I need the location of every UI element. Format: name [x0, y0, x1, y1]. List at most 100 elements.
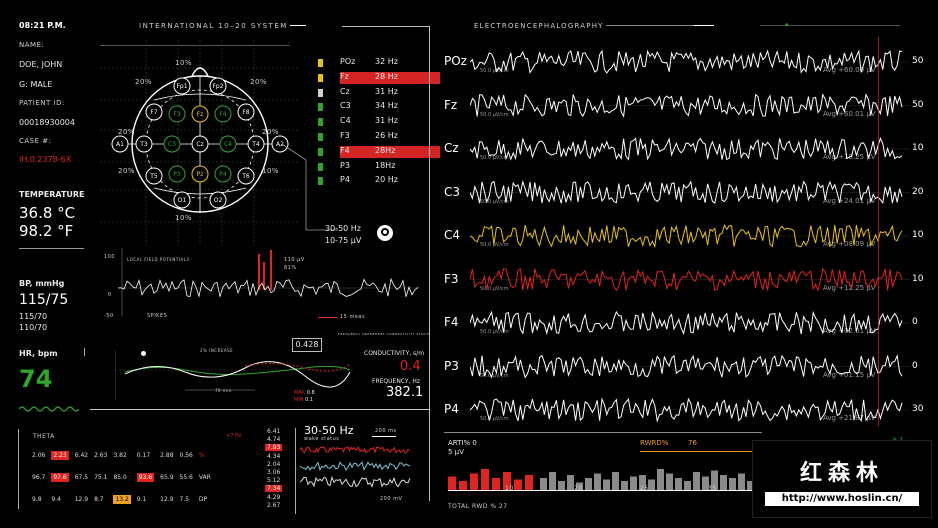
theta-cell: 85.0	[113, 473, 127, 481]
theta-cell: 65.9	[160, 473, 174, 481]
channel-swatch	[318, 88, 323, 97]
mini-value: 7.34	[265, 485, 283, 493]
conductivity-label: CONDUCTIVITY, s/m	[364, 350, 425, 357]
channel-row-c3[interactable]: C3 34 Hz	[318, 101, 440, 113]
bp-label: BP, mmHg	[19, 279, 65, 288]
total-reward: TOTAL RWD % 27	[448, 503, 508, 510]
head-connector	[281, 143, 338, 231]
patient-id: 00018930004	[19, 118, 75, 127]
name-label: NAME:	[19, 41, 45, 49]
bp-reading-1: 115/70	[19, 312, 48, 321]
pct-right-2: 20%	[262, 128, 280, 136]
axis-10: 10	[505, 485, 514, 492]
theta-cell: 96.7	[32, 473, 46, 481]
hr-value: 74	[19, 365, 53, 393]
coherence-time: 70 min	[215, 388, 232, 393]
lfp-trace	[118, 248, 420, 316]
channel-hz: 28 Hz	[375, 71, 398, 81]
mini-value: 7.93	[265, 444, 283, 452]
patient-gender: G: MALE	[19, 80, 53, 89]
channel-row-f3[interactable]: F3 26 Hz	[318, 131, 440, 143]
channel-name: Fz	[340, 71, 349, 81]
channel-hz: 26 Hz	[375, 131, 398, 140]
reward-bar-red	[514, 479, 522, 490]
channel-hz: 20 Hz	[375, 175, 398, 185]
mini-value: 4.74	[267, 436, 281, 444]
electrode-label: F8	[242, 109, 249, 116]
patient-id-label: PATIENT ID:	[19, 99, 65, 107]
electrode-label: T3	[139, 141, 148, 148]
temperature-label: TEMPERATURE	[19, 190, 85, 199]
theta-title: THETA	[33, 433, 55, 440]
lfp-meas: 15 meas	[340, 314, 366, 320]
temperature-celsius: 36.8 °C	[19, 204, 76, 222]
eeg-scale: 50	[912, 99, 924, 110]
channel-hz: 34 Hz	[375, 101, 398, 111]
channel-name: P3	[340, 160, 350, 170]
eeg-indicator: ▪	[785, 22, 789, 28]
electrode-label: P3	[173, 171, 181, 178]
channel-swatch	[318, 147, 323, 156]
theta-cell: 2.63	[94, 451, 108, 459]
eeg-traces	[470, 49, 910, 423]
eeg-scale: 10	[912, 273, 924, 284]
mini-value: 2.04	[267, 460, 281, 468]
theta-cell: 6.42	[74, 451, 89, 459]
reward-bar-grey	[657, 469, 664, 490]
theta-cell: 2.88	[160, 451, 174, 459]
electrode-label: F3	[173, 111, 180, 118]
electrode-label: C3	[168, 141, 176, 148]
reward-bar-grey	[675, 478, 682, 490]
channel-swatch	[318, 59, 323, 67]
theta-cell: 13.2	[113, 494, 131, 504]
frequency-value: 382.1	[386, 385, 424, 400]
theta-row-tag: %	[198, 451, 205, 459]
electrode-label: F4	[219, 111, 226, 118]
channel-name: POz	[340, 57, 356, 66]
watermark-logo: 红森林 http://www.hoslin.cn/	[752, 440, 932, 518]
bp-reading-2: 110/70	[19, 323, 48, 332]
reward-bar-red	[525, 475, 533, 490]
lfp-ymid: 0	[108, 292, 112, 298]
electrode-label: F7	[150, 109, 157, 116]
electrode-label: P4	[219, 171, 227, 178]
theta-table: 2.06 2.23 6.42 2.63 3.82 0.17 2.88 0.56% 96.7 97.…	[32, 444, 217, 510]
channel-row-fz[interactable]: Fz 28 Hz	[318, 71, 440, 84]
coherence-max: MAX 0.8	[294, 390, 315, 396]
theta-row-tag: DP	[198, 495, 208, 503]
clock: 08:21 P.M.	[19, 21, 66, 30]
axis-35: 35	[708, 485, 717, 492]
eeg-scale: 30	[912, 404, 924, 414]
reward-bar-grey	[567, 475, 574, 490]
eeg-scale: 0	[912, 360, 918, 371]
theta-cell: 8.7	[94, 495, 104, 503]
theta-cell: 7.5	[179, 495, 190, 503]
mini-value: 6.41	[267, 428, 281, 435]
electrode-label: Pz	[197, 171, 204, 178]
theta-cell: 3.82	[113, 451, 127, 459]
channel-row-c4[interactable]: C4 31 Hz	[318, 116, 440, 128]
reward-bar-grey	[549, 472, 556, 490]
channel-swatch	[318, 133, 323, 141]
electrode-label: O1	[178, 197, 187, 204]
reward-bar-grey	[594, 473, 601, 490]
reward-bar-grey	[612, 472, 619, 490]
pct-left-3: 20%	[118, 167, 136, 175]
channel-row-f4[interactable]: F4 28Hz	[318, 145, 440, 158]
axis-20: 20	[574, 485, 583, 492]
case-number: IH.0.2378-6X	[19, 155, 72, 164]
case-label: CASE #:	[19, 137, 52, 145]
brain-icon[interactable]	[377, 225, 393, 241]
arti-value: ARTI% 0	[448, 439, 477, 447]
channel-row-cz[interactable]: Cz 31 Hz	[318, 86, 440, 99]
channel-hz: 31 Hz	[375, 86, 398, 96]
channel-row-poz[interactable]: POz 32 Hz	[318, 57, 440, 69]
channel-row-p3[interactable]: P3 18Hz	[318, 160, 440, 173]
channel-row-p4[interactable]: P4 20 Hz	[318, 175, 440, 187]
channel-swatch	[318, 118, 323, 127]
reward-bar-red	[470, 473, 478, 490]
eeg-scale: 10	[912, 230, 924, 240]
frequency-label: FREQUENCY, Hz	[372, 378, 421, 385]
electrode-label: Fz	[197, 111, 204, 118]
lfp-spikes: SPIKES	[147, 313, 168, 319]
